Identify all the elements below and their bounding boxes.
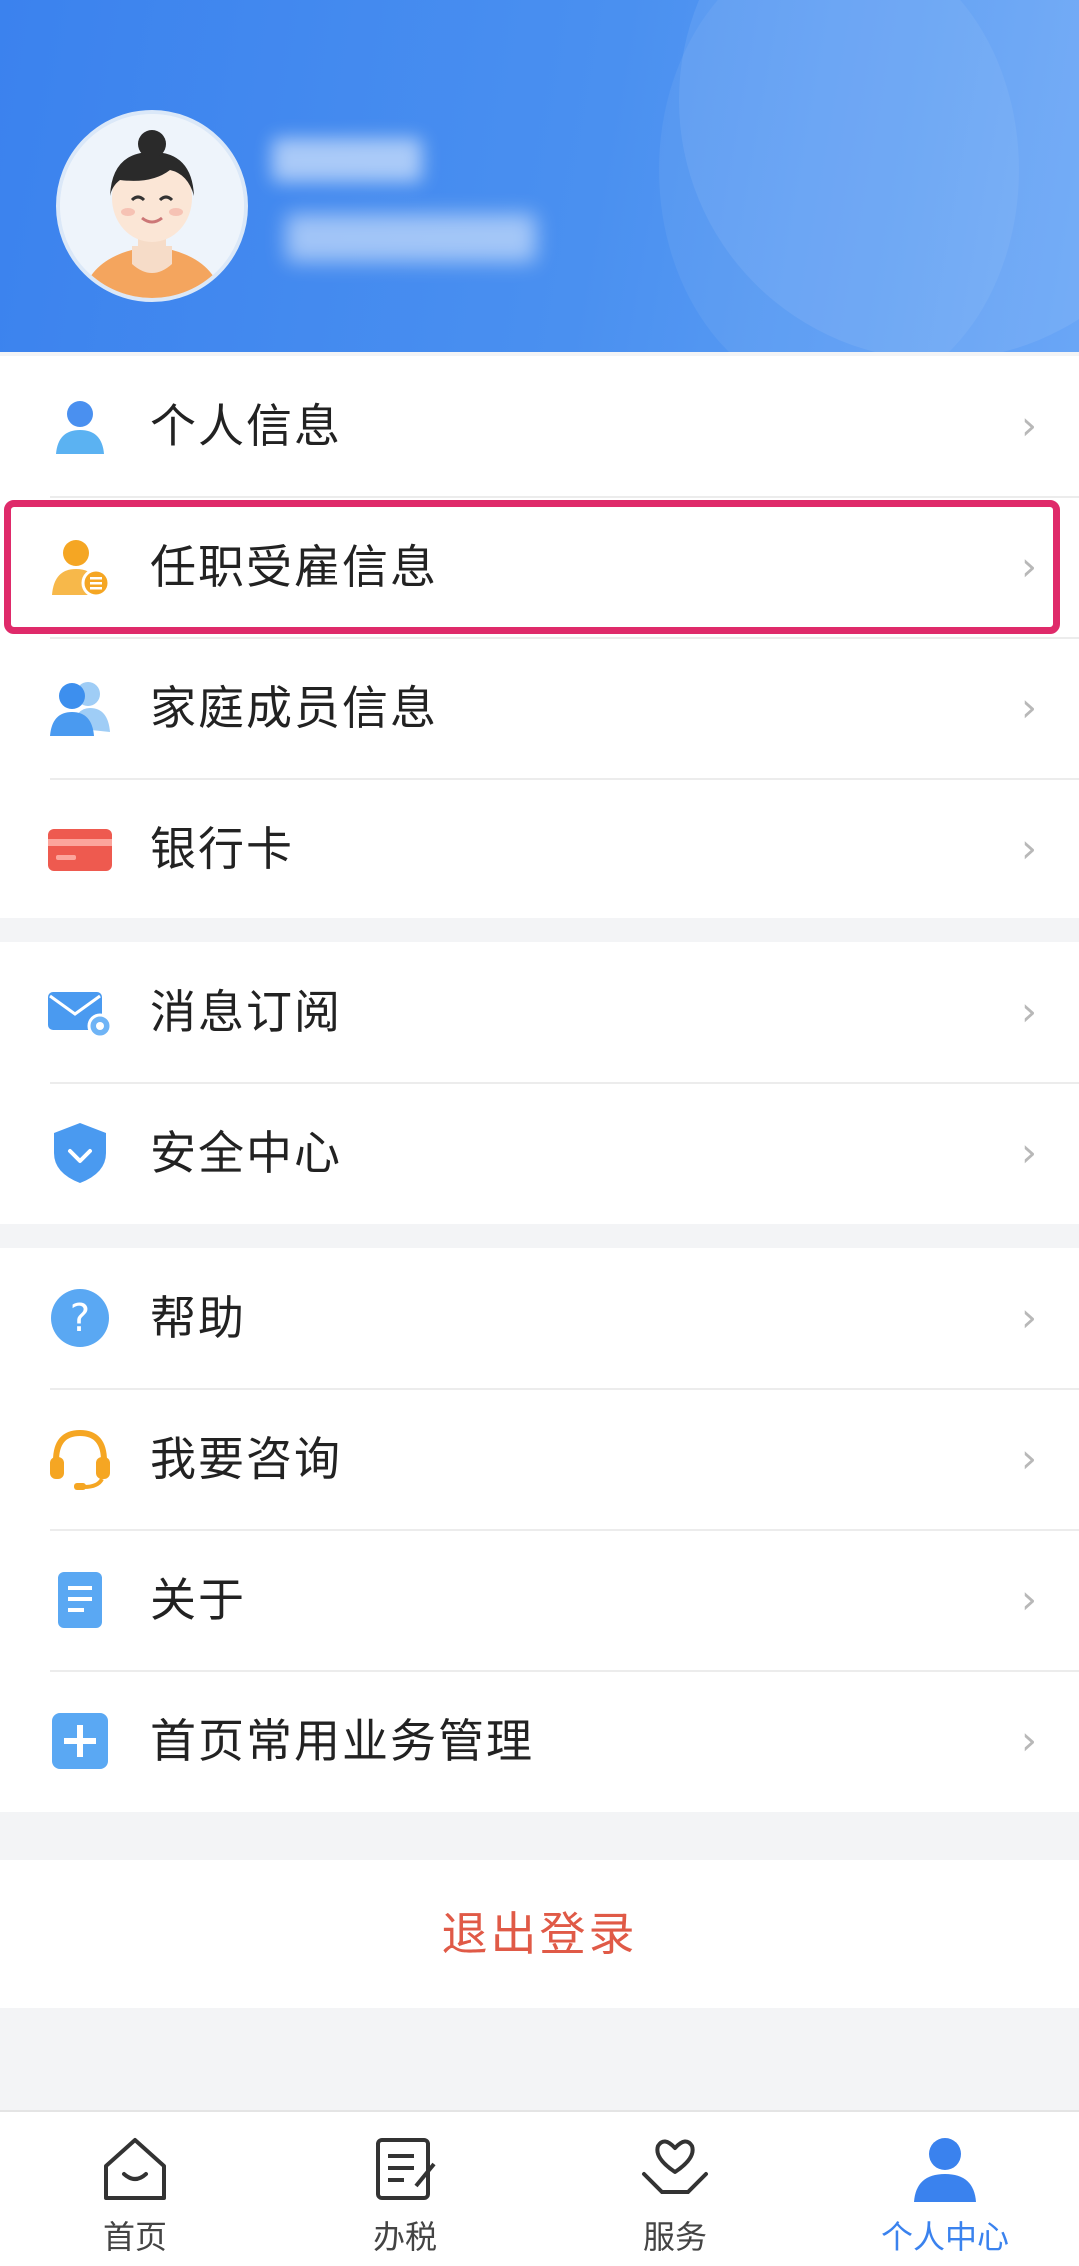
menu-item-label: 首页常用业务管理	[150, 1714, 534, 1768]
menu-item-label: 个人信息	[150, 399, 342, 453]
menu-item-label: 银行卡	[150, 822, 294, 876]
menu-item-personal-info[interactable]: 个人信息 ›	[0, 356, 1079, 497]
plus-icon	[48, 1709, 112, 1773]
menu-section-personal: 个人信息 › 任职受雇信息 › 家庭成员信息 › 银行卡 ›	[0, 356, 1079, 918]
person-center-icon	[914, 2138, 976, 2202]
tax-form-icon	[376, 2138, 436, 2200]
highlight-frame	[4, 500, 1060, 634]
tab-service[interactable]: 服务	[540, 2112, 810, 2266]
menu-item-label: 安全中心	[150, 1126, 342, 1180]
shield-icon	[48, 1121, 112, 1185]
tab-label: 办税	[372, 2218, 437, 2256]
menu-item-about[interactable]: 关于 ›	[0, 1530, 1079, 1671]
user-name-redacted	[272, 138, 422, 182]
logout-button[interactable]: 退出登录	[0, 1860, 1079, 2008]
home-icon	[104, 2138, 166, 2200]
user-avatar-icon	[60, 114, 244, 298]
menu-item-help[interactable]: ? 帮助 ›	[0, 1248, 1079, 1389]
heart-hands-icon	[642, 2139, 708, 2194]
mail-settings-icon	[48, 980, 113, 1044]
tab-personal-center[interactable]: 个人中心	[810, 2112, 1079, 2266]
chevron-right-icon: ›	[1021, 403, 1037, 449]
chevron-right-icon: ›	[1021, 1718, 1037, 1764]
tab-label: 首页	[102, 2218, 167, 2256]
document-icon	[48, 1568, 112, 1632]
tab-label: 个人中心	[880, 2218, 1009, 2256]
headset-icon	[48, 1427, 112, 1491]
menu-item-homepage-management[interactable]: 首页常用业务管理 ›	[0, 1671, 1079, 1812]
tab-tax[interactable]: 办税	[270, 2112, 540, 2266]
chevron-right-icon: ›	[1021, 826, 1037, 872]
tab-label: 服务	[642, 2218, 707, 2256]
menu-item-label: 消息订阅	[150, 985, 342, 1039]
menu-item-family-info[interactable]: 家庭成员信息 ›	[0, 638, 1079, 779]
chevron-right-icon: ›	[1021, 1436, 1037, 1482]
bank-card-icon	[48, 817, 112, 881]
menu-item-label: 关于	[150, 1573, 246, 1627]
chevron-right-icon: ›	[1021, 1130, 1037, 1176]
chevron-right-icon: ›	[1021, 685, 1037, 731]
avatar[interactable]	[56, 110, 248, 302]
menu-item-security-center[interactable]: 安全中心 ›	[0, 1083, 1079, 1224]
svg-text:?: ?	[70, 1296, 90, 1340]
chevron-right-icon: ›	[1021, 1577, 1037, 1623]
menu-item-label: 帮助	[150, 1291, 246, 1345]
bottom-tab-bar: 首页 办税 服务 个人中心	[0, 2110, 1079, 2266]
chevron-right-icon: ›	[1021, 1295, 1037, 1341]
logout-section: 退出登录	[0, 1860, 1079, 2008]
menu-item-label: 我要咨询	[150, 1432, 342, 1486]
menu-item-label: 家庭成员信息	[150, 681, 438, 735]
menu-item-bank-card[interactable]: 银行卡 ›	[0, 779, 1079, 920]
menu-section-notifications: 消息订阅 › 安全中心 ›	[0, 942, 1079, 1224]
family-icon	[48, 676, 112, 740]
tab-home[interactable]: 首页	[0, 2112, 270, 2266]
menu-section-support: ? 帮助 › 我要咨询 › 关于 › 首页常用业务管理 ›	[0, 1248, 1079, 1812]
profile-header	[0, 0, 1079, 352]
menu-item-consult[interactable]: 我要咨询 ›	[0, 1389, 1079, 1530]
chevron-right-icon: ›	[1021, 989, 1037, 1035]
person-icon	[48, 394, 112, 458]
header-decoration	[659, 0, 1019, 352]
help-icon: ?	[48, 1286, 112, 1350]
user-id-redacted	[286, 214, 536, 262]
menu-item-message-subscription[interactable]: 消息订阅 ›	[0, 942, 1079, 1083]
